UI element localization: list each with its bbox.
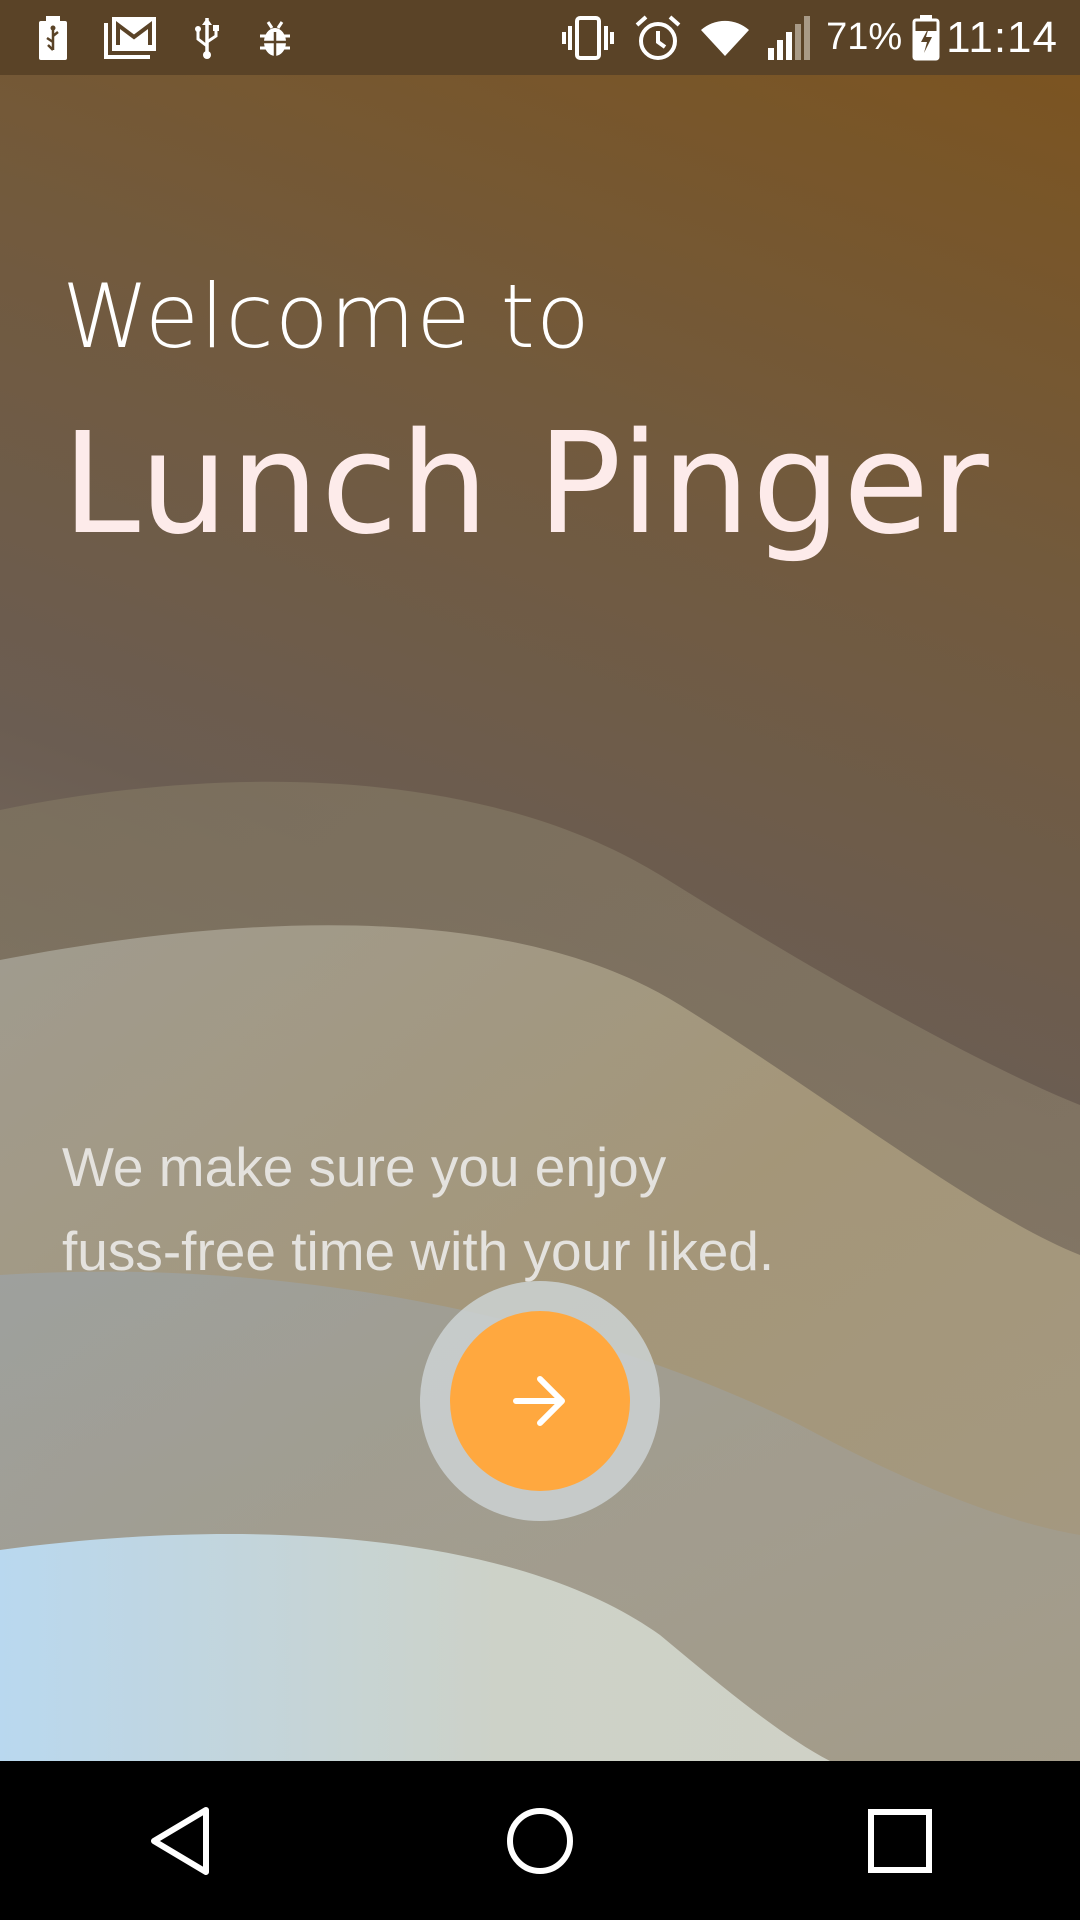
battery-usb-icon	[38, 15, 68, 60]
gmail-icon	[104, 16, 156, 59]
usb-icon	[192, 16, 222, 60]
vibrate-icon	[560, 15, 616, 60]
back-triangle-icon	[151, 1806, 209, 1875]
alarm-icon	[634, 14, 682, 62]
navigation-bar	[0, 1761, 1080, 1920]
welcome-heading: Welcome to	[62, 265, 591, 368]
bug-icon	[258, 18, 292, 58]
signal-icon	[768, 15, 812, 60]
home-button[interactable]	[460, 1781, 620, 1901]
status-notifications	[38, 15, 328, 60]
status-clock: 11:14	[946, 12, 1058, 62]
recents-square-icon	[868, 1808, 932, 1873]
battery-charging-icon	[912, 14, 940, 61]
battery-percent: 71%	[826, 16, 903, 58]
tagline: We make sure you enjoy fuss-free time wi…	[62, 1125, 962, 1293]
recents-button[interactable]	[820, 1781, 980, 1901]
arrow-right-icon	[513, 1376, 565, 1426]
next-button[interactable]	[450, 1311, 630, 1491]
tagline-line-2: fuss-free time with your liked.	[62, 1220, 775, 1282]
next-button-ring	[420, 1281, 660, 1521]
status-bar: 71% 11:14	[0, 0, 1080, 75]
wifi-icon	[700, 18, 750, 58]
status-system: 71% 11:14	[542, 13, 1058, 63]
back-button[interactable]	[100, 1781, 260, 1901]
app-name-title: Lunch Pinger	[62, 403, 991, 566]
home-circle-icon	[507, 1807, 573, 1874]
welcome-screen: Welcome to Lunch Pinger We make sure you…	[0, 75, 1080, 1761]
tagline-line-1: We make sure you enjoy	[62, 1136, 667, 1198]
